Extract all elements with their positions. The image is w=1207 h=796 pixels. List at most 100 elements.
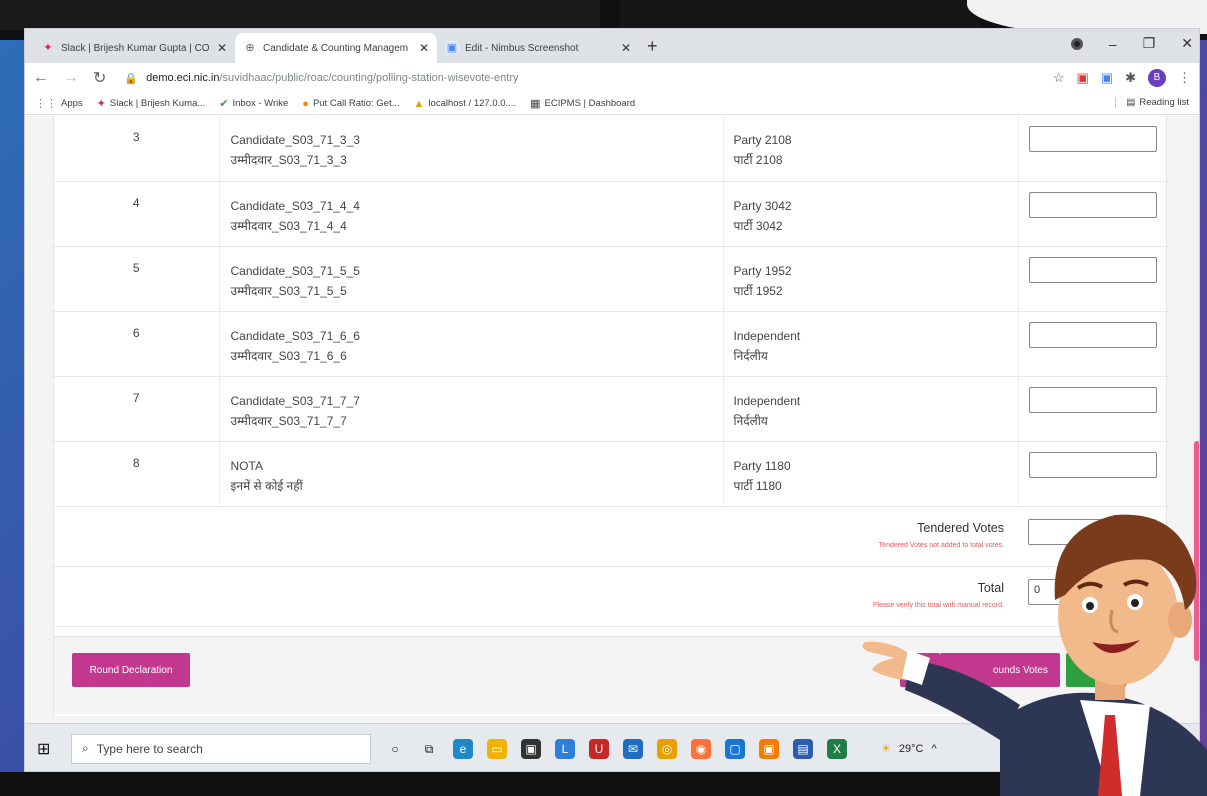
party-cell: Party 3042 पार्टी 3042 [723,181,1019,247]
bookmark-ecipms[interactable]: ▦ ECIPMS | Dashboard [530,97,635,110]
close-window-button[interactable]: ✕ [1181,35,1193,52]
serial-number: 6 [54,311,220,377]
app-doc-icon[interactable]: ▤ [793,738,813,759]
votes-input[interactable] [1028,256,1157,283]
serial-number: 8 [54,441,220,507]
vote-input-cell [1018,116,1168,182]
candidate-name-hi: उम्मीदवार_S03_71_7_7 [230,413,347,428]
tab-strip: ✦ Slack | Brijesh Kumar Gupta | CO ✕ ⊕ C… [25,29,1199,63]
extension-icon[interactable]: ▣ [1077,70,1089,86]
table-row: 3 Candidate_S03_71_3_3 उम्मीदवार_S03_71_3_… [54,116,1168,182]
task-view-icon[interactable]: ⧉ [419,739,439,759]
chrome-icon[interactable]: ◎ [657,738,677,759]
votes-input[interactable] [1028,126,1157,152]
candidate-name-en: Candidate_S03_71_4_4 [230,198,360,213]
party-cell: Independent निर्दलीय [723,376,1019,442]
restore-button[interactable]: ❐ [1143,35,1156,52]
avatar[interactable]: B [1148,69,1166,87]
minimize-button[interactable]: – [1109,36,1117,52]
close-icon[interactable]: ✕ [621,41,631,55]
new-tab-button[interactable]: + [639,36,666,63]
party-name-hi: निर्दलीय [733,348,768,363]
vote-input-cell [1018,246,1168,312]
slack-icon: ✦ [96,98,106,110]
candidate-cell: Candidate_S03_71_3_3 उम्मीदवार_S03_71_3_3 [219,116,724,182]
party-name-hi: पार्टी 3042 [733,218,783,233]
close-icon[interactable]: ✕ [217,41,227,55]
circle-icon: ● [302,97,309,110]
bookmark-apps[interactable]: ⋮⋮ Apps [35,97,83,110]
votes-input[interactable] [1028,191,1157,218]
serial-number: 4 [54,181,220,247]
nimbus-extension-icon[interactable]: ▣ [1101,70,1113,86]
party-name-en: Party 1180 [733,458,791,473]
file-explorer-icon[interactable]: ▭ [487,738,507,759]
extension-icons: ☆ ▣ ▣ ✱ B ⋮ [1053,69,1191,87]
table-row: 7 Candidate_S03_71_7_7 उम्मीदवार_S03_71_7_… [54,376,1168,442]
taskbar-search[interactable]: ⌕ Type here to search [71,733,371,764]
shield-icon[interactable]: U [589,738,609,759]
votes-input[interactable] [1028,451,1157,478]
url-host: demo.eci.nic.in [146,72,220,84]
tab-nimbus[interactable]: ▣ Edit - Nimbus Screenshot ✕ [437,33,639,63]
candidate-name-hi: उम्मीदवार_S03_71_4_4 [230,218,347,233]
candidate-cell: Candidate_S03_71_7_7 उम्मीदवार_S03_71_7_7 [219,376,724,442]
app-l-icon[interactable]: L [555,738,575,759]
reading-list-icon: ▤ [1126,97,1136,108]
candidate-table: 3 Candidate_S03_71_3_3 उम्मीदवार_S03_71_3_… [54,116,1168,507]
puzzle-icon[interactable]: ✱ [1125,70,1136,86]
lock-icon: 🔒 [124,72,139,85]
party-name-en: Party 3042 [733,198,792,213]
votes-input[interactable] [1028,321,1157,348]
candidate-name-en: Candidate_S03_71_3_3 [230,133,360,147]
bookmark-localhost[interactable]: ▲ localhost / 127.0.0.... [414,98,517,110]
round-declaration-button[interactable]: Round Declaration [72,653,190,687]
menu-icon[interactable]: ⋮ [1178,70,1191,86]
firefox-icon[interactable]: ◉ [691,738,711,759]
candidate-cell: Candidate_S03_71_6_6 उम्मीदवार_S03_71_6_6 [219,311,724,377]
address-bar[interactable]: 🔒 demo.eci.nic.in/suvidhaac/public/roac/… [120,66,1038,90]
party-name-en: Independent [733,393,801,408]
phpmyadmin-icon: ▲ [413,97,425,110]
candidate-name-hi: उम्मीदवार_S03_71_5_5 [230,283,347,298]
candidate-name-en: Candidate_S03_71_6_6 [230,328,360,343]
record-icon[interactable] [1070,37,1083,50]
url-path: /suvidhaac/public/roac/counting/polling-… [219,72,519,84]
edge-icon[interactable]: e [453,738,473,759]
reading-list[interactable]: ▤ Reading list [1115,97,1189,108]
party-name-hi: निर्दलीय [733,413,768,428]
table-row: 6 Candidate_S03_71_6_6 उम्मीदवार_S03_71_6_… [54,311,1168,377]
bookmark-slack[interactable]: ✦ Slack | Brijesh Kuma... [97,97,206,110]
table-row: 5 Candidate_S03_71_5_5 उम्मीदवार_S03_71_5_… [54,246,1168,312]
votes-input[interactable] [1028,386,1157,413]
candidate-name-en: NOTA [230,458,263,473]
reload-icon[interactable]: ↻ [93,68,106,88]
star-icon[interactable]: ☆ [1053,70,1065,86]
slack-icon: ✦ [43,42,53,54]
serial-number: 3 [54,116,220,182]
forward-icon[interactable]: → [63,69,79,87]
bookmark-wrike[interactable]: ✔ Inbox - Wrike [219,97,288,110]
store-icon[interactable]: ▣ [521,738,541,759]
app-blue-icon[interactable]: ▢ [725,738,745,759]
cortana-icon[interactable]: ○ [385,739,405,759]
search-icon: ⌕ [82,741,89,755]
app-orange-icon[interactable]: ▣ [759,738,779,759]
party-name-en: Party 2108 [733,133,792,147]
mail-icon[interactable]: ✉ [623,738,643,759]
bookmarks-bar: ⋮⋮ Apps ✦ Slack | Brijesh Kuma... ✔ Inbox -… [25,93,1199,115]
tab-candidate-counting[interactable]: ⊕ Candidate & Counting Managem ✕ [235,33,437,63]
window-controls: – ❐ ✕ [1070,35,1193,52]
close-icon[interactable]: ✕ [419,41,429,55]
windows-start-icon[interactable]: ⊞ [37,739,57,759]
candidate-name-en: Candidate_S03_71_7_7 [230,393,360,408]
tab-title: Candidate & Counting Managem [263,42,409,54]
excel-icon[interactable]: X [827,738,847,759]
tab-title: Edit - Nimbus Screenshot [465,42,579,54]
back-icon[interactable]: ← [33,69,49,87]
address-toolbar: ← → ↻ 🔒 demo.eci.nic.in/suvidhaac/public… [25,63,1199,93]
party-name-en: Party 1952 [733,263,792,278]
tab-slack[interactable]: ✦ Slack | Brijesh Kumar Gupta | CO ✕ [33,33,235,63]
vote-input-cell [1018,376,1168,442]
bookmark-pcr[interactable]: ● Put Call Ratio: Get... [302,98,399,110]
